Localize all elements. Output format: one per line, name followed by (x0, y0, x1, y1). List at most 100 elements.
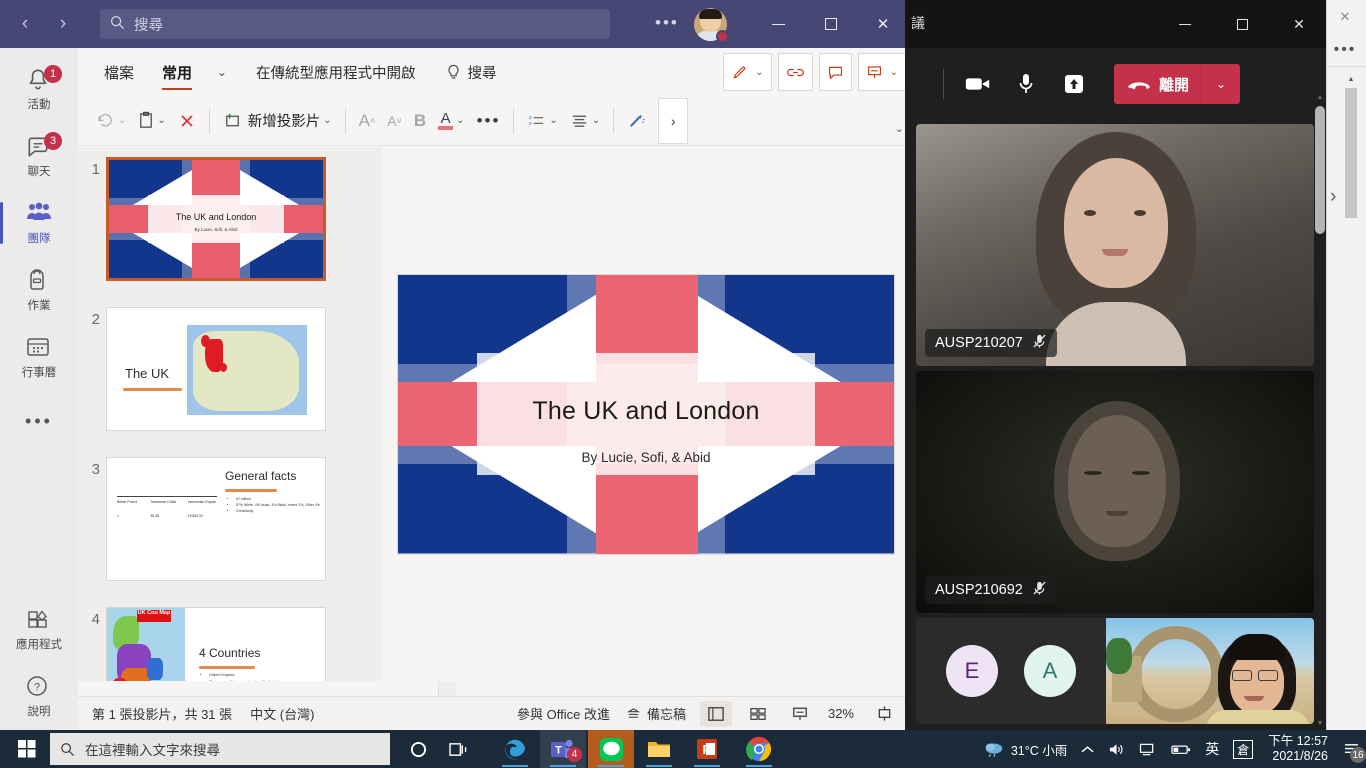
sidebar-item-calendar[interactable]: 行事曆 (0, 324, 78, 391)
link-button[interactable] (777, 53, 813, 91)
sidebar-item-assignments[interactable]: 作業 (0, 257, 78, 324)
taskbar-app-powerpoint[interactable]: P (684, 730, 730, 768)
thumbnail-slide-2[interactable]: The UK (106, 307, 326, 431)
self-video-tile[interactable] (1106, 618, 1314, 724)
show-hidden-icons-button[interactable] (1074, 745, 1101, 754)
bullets-button[interactable]: ⌄ (521, 104, 563, 138)
more-font-options-button[interactable]: ••• (471, 104, 507, 138)
camera-toggle-button[interactable] (954, 62, 1002, 106)
slide-sorter-button[interactable] (742, 701, 774, 727)
tell-me-search-button[interactable]: 搜尋 (446, 62, 497, 83)
ime-tool-button[interactable]: 倉 (1226, 739, 1260, 759)
battery-button[interactable] (1164, 743, 1198, 756)
cut-button[interactable] (172, 104, 202, 138)
meeting-close-button[interactable]: ✕ (1275, 0, 1323, 48)
ribbon-expand-button[interactable]: › (658, 97, 689, 144)
cortana-button[interactable] (398, 734, 438, 764)
thumbnail-item[interactable]: 3 General facts British Pound Taiwanese … (78, 457, 382, 581)
notes-button[interactable]: 備忘稿 (626, 704, 686, 723)
back-button[interactable]: ‹ (8, 8, 42, 40)
slide-subtitle[interactable]: By Lucie, Sofi, & Abid (398, 450, 894, 465)
participant-tile-row[interactable]: E A (916, 618, 1314, 724)
background-scrollbar-thumb[interactable] (1345, 88, 1357, 218)
thumbnail-slide-1[interactable]: The UK and London By Lucie, Sofi, & Abid (106, 157, 326, 281)
comment-button[interactable] (818, 53, 852, 91)
pen-button[interactable]: ⌄ (723, 53, 772, 91)
scrollbar-thumb[interactable] (1315, 106, 1325, 234)
reading-view-button[interactable] (784, 701, 816, 727)
sidebar-item-apps[interactable]: 應用程式 (0, 596, 78, 663)
participant-tile[interactable]: AUSP210692 (916, 371, 1314, 613)
teams-maximize-button[interactable] (805, 0, 857, 48)
microphone-toggle-button[interactable] (1002, 62, 1050, 106)
slide-title[interactable]: The UK and London (398, 397, 894, 426)
new-slide-button[interactable]: 新增投影片 ⌄ (217, 104, 338, 138)
thumbnail-item[interactable]: 2 The UK (78, 307, 382, 431)
meeting-minimize-button[interactable] (1161, 0, 1209, 48)
taskbar-clock[interactable]: 下午 12:57 2021/8/26 (1260, 734, 1336, 764)
designer-button[interactable] (621, 104, 652, 138)
sidebar-item-activity[interactable]: 活動 1 (0, 56, 78, 123)
taskbar-app-edge[interactable] (492, 730, 538, 768)
sidebar-item-help[interactable]: ? 說明 (0, 663, 78, 730)
fit-slide-button[interactable] (868, 701, 900, 727)
thumbnail-slide-3[interactable]: General facts British Pound Taiwanese Do… (106, 457, 326, 581)
current-slide[interactable]: The UK and London By Lucie, Sofi, & Abid (398, 274, 894, 554)
language-status[interactable]: 中文 (台灣) (250, 704, 314, 723)
thumbnail-slide-4[interactable]: UK Cou Map 4 Countries United Kingdom Th… (106, 607, 326, 681)
avatar[interactable]: A (1024, 645, 1076, 697)
bold-button[interactable]: B (408, 104, 432, 138)
sidebar-item-teams[interactable]: 團隊 (0, 190, 78, 257)
thumbnail-item[interactable]: 1 The UK and London By Lucie, Sofi, & Ab… (78, 157, 382, 281)
teams-close-button[interactable]: ✕ (857, 0, 909, 48)
thumbnail-item[interactable]: 4 UK Cou Map 4 Countries • United Kingdo… (78, 607, 382, 681)
slide-editing-area[interactable]: The UK and London By Lucie, Sofi, & Abid (382, 147, 910, 681)
forward-button[interactable]: › (46, 8, 80, 40)
windows-start-button[interactable] (6, 734, 48, 764)
zoom-level[interactable]: 32% (828, 706, 854, 721)
ime-mode-button[interactable]: 英 (1198, 739, 1226, 759)
meeting-scrollbar[interactable]: ▲ ▼ (1314, 90, 1326, 730)
font-color-button[interactable]: A ⌄ (432, 104, 470, 138)
taskbar-search-input[interactable]: 在這裡輸入文字來搜尋 (50, 733, 390, 765)
network-button[interactable] (1132, 742, 1164, 757)
task-view-button[interactable] (438, 734, 478, 764)
leave-meeting-button[interactable]: 離開 ⌄ (1114, 64, 1241, 104)
slide-count-status[interactable]: 第 1 張投影片，共 31 張 (92, 704, 232, 723)
taskbar-app-chrome[interactable] (736, 730, 782, 768)
ribbon-collapse-chevron-icon[interactable]: ⌄ (895, 122, 904, 135)
taskbar-app-teams[interactable]: T 4 (540, 730, 586, 768)
present-button[interactable]: ⌄ (857, 53, 906, 91)
undo-button[interactable]: ⌄ (90, 104, 132, 138)
tab-home[interactable]: 常用 (148, 48, 206, 96)
slide-thumbnail-panel[interactable]: 1 The UK and London By Lucie, Sofi, & Ab… (78, 147, 382, 681)
tab-file[interactable]: 檔案 (90, 48, 148, 96)
meeting-maximize-button[interactable] (1218, 0, 1266, 48)
sidebar-item-chat[interactable]: 聊天 3 (0, 123, 78, 190)
taskbar-app-line[interactable] (588, 730, 634, 768)
participant-tile[interactable]: AUSP210207 (916, 124, 1314, 366)
scroll-up-arrow-icon[interactable]: ▲ (1314, 90, 1326, 104)
notification-center-button[interactable]: 16 (1336, 730, 1366, 768)
teams-search-box[interactable]: 搜尋 (100, 9, 610, 39)
feedback-button[interactable]: 參與 Office 改進 (517, 704, 610, 723)
background-window-more-options[interactable]: ••• (1326, 36, 1364, 64)
open-in-desktop-app-button[interactable]: 在傳統型應用程式中開啟 (256, 62, 416, 83)
align-button[interactable]: ⌄ (564, 104, 606, 138)
avatar[interactable]: E (946, 645, 998, 697)
paste-button[interactable]: ⌄ (132, 104, 171, 138)
scroll-down-arrow-icon[interactable]: ▼ (1314, 716, 1326, 730)
sidebar-more-apps-button[interactable]: ••• (0, 391, 78, 451)
taskbar-app-file-explorer[interactable] (636, 730, 682, 768)
grow-font-button[interactable]: A ˄ (353, 104, 382, 138)
volume-button[interactable] (1101, 742, 1132, 757)
chevron-down-icon[interactable]: ⌄ (1202, 77, 1240, 91)
expand-panel-button[interactable]: › (1330, 186, 1336, 208)
weather-widget[interactable]: 31°C 小雨 (976, 740, 1074, 759)
chevron-down-icon[interactable]: ⌄ (206, 48, 238, 96)
share-screen-button[interactable] (1050, 62, 1098, 106)
background-window-close-button[interactable]: ✕ (1330, 4, 1360, 30)
shrink-font-button[interactable]: A ˅ (381, 104, 408, 138)
teams-more-options-button[interactable]: ••• (655, 14, 679, 31)
teams-minimize-button[interactable] (752, 0, 804, 48)
